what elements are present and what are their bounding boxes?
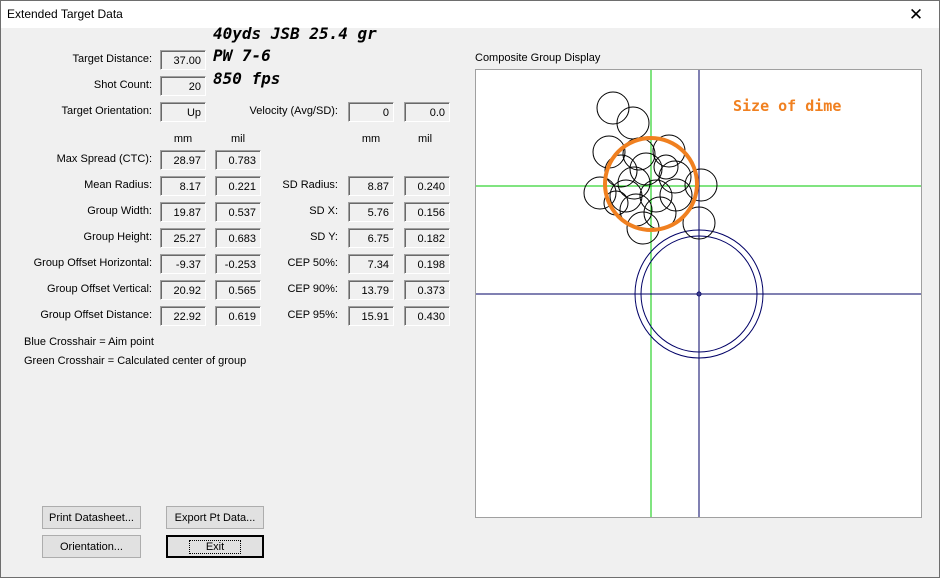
shot-hole: [596, 91, 630, 125]
dime-size-label: Size of dime: [733, 97, 842, 115]
target-orientation-field: Up: [160, 102, 206, 122]
offset-distance-label: Group Offset Distance:: [40, 309, 152, 321]
exit-button-label: Exit: [188, 539, 242, 554]
velocity-sd-field: 0.0: [404, 102, 450, 122]
group-width-mil: 0.537: [215, 202, 261, 222]
group-height-mil: 0.683: [215, 228, 261, 248]
cep-90-mm: 13.79: [348, 280, 394, 300]
max-spread-label: Max Spread (CTC):: [56, 153, 152, 165]
cep-95-mil: 0.430: [404, 306, 450, 326]
composite-group-canvas: [476, 70, 921, 517]
sd-radius-mil: 0.240: [404, 176, 450, 196]
sd-x-mm: 5.76: [348, 202, 394, 222]
cep-50-mil: 0.198: [404, 254, 450, 274]
cep-95-label: CEP 95%:: [287, 309, 338, 321]
group-height-mm: 25.27: [160, 228, 206, 248]
offset-horizontal-label: Group Offset Horizontal:: [33, 257, 152, 269]
cep-90-mil: 0.373: [404, 280, 450, 300]
sd-y-mil: 0.182: [404, 228, 450, 248]
group-height-label: Group Height:: [83, 231, 152, 243]
group-width-label: Group Width:: [87, 205, 152, 217]
unit-mm-left: mm: [173, 133, 193, 145]
extended-target-data-window: Extended Target Data ✕ 40yds JSB 25.4 gr…: [0, 0, 940, 578]
max-spread-mm: 28.97: [160, 150, 206, 170]
shot-count-label: Shot Count:: [93, 79, 152, 91]
offset-vertical-mil: 0.565: [215, 280, 261, 300]
shot-hole: [659, 178, 693, 212]
sd-x-label: SD X:: [309, 205, 338, 217]
shot-hole: [616, 106, 650, 140]
sd-radius-mm: 8.87: [348, 176, 394, 196]
exit-button[interactable]: Exit: [166, 535, 264, 558]
unit-mm-right: mm: [361, 133, 381, 145]
offset-distance-mil: 0.619: [215, 306, 261, 326]
offset-horizontal-mil: -0.253: [215, 254, 261, 274]
target-orientation-label: Target Orientation:: [61, 105, 153, 117]
sd-x-mil: 0.156: [404, 202, 450, 222]
sd-y-label: SD Y:: [310, 231, 338, 243]
target-distance-label: Target Distance:: [72, 53, 152, 65]
close-icon[interactable]: ✕: [893, 1, 939, 28]
annotation-rifle: PW 7-6: [213, 46, 271, 65]
cep-95-mm: 15.91: [348, 306, 394, 326]
cep-50-label: CEP 50%:: [287, 257, 338, 269]
annotation-ammo: 40yds JSB 25.4 gr: [213, 24, 377, 43]
export-pt-data-button[interactable]: Export Pt Data...: [166, 506, 264, 529]
legend-blue-crosshair: Blue Crosshair = Aim point: [24, 336, 154, 348]
offset-vertical-label: Group Offset Vertical:: [47, 283, 152, 295]
title-bar: Extended Target Data ✕: [1, 1, 939, 28]
shot-hole: [684, 168, 718, 202]
orientation-button[interactable]: Orientation...: [42, 535, 141, 558]
offset-horizontal-mm: -9.37: [160, 254, 206, 274]
max-spread-mil: 0.783: [215, 150, 261, 170]
annotation-velocity: 850 fps: [213, 69, 281, 88]
velocity-avg-field: 0: [348, 102, 394, 122]
composite-group-display: Size of dime: [475, 69, 922, 518]
window-title: Extended Target Data: [7, 7, 123, 21]
unit-mil-left: mil: [230, 133, 246, 145]
mean-radius-label: Mean Radius:: [84, 179, 152, 191]
group-width-mm: 19.87: [160, 202, 206, 222]
cep-50-mm: 7.34: [348, 254, 394, 274]
unit-mil-right: mil: [417, 133, 433, 145]
print-datasheet-button[interactable]: Print Datasheet...: [42, 506, 141, 529]
target-distance-field: 37.00: [160, 50, 206, 70]
mean-radius-mil: 0.221: [215, 176, 261, 196]
shot-count-field: 20: [160, 76, 206, 96]
offset-vertical-mm: 20.92: [160, 280, 206, 300]
offset-distance-mm: 22.92: [160, 306, 206, 326]
velocity-label: Velocity (Avg/SD):: [249, 105, 338, 117]
composite-group-title: Composite Group Display: [475, 52, 601, 64]
legend-green-crosshair: Green Crosshair = Calculated center of g…: [24, 355, 247, 367]
sd-y-mm: 6.75: [348, 228, 394, 248]
sd-radius-label: SD Radius:: [282, 179, 338, 191]
mean-radius-mm: 8.17: [160, 176, 206, 196]
cep-90-label: CEP 90%:: [287, 283, 338, 295]
